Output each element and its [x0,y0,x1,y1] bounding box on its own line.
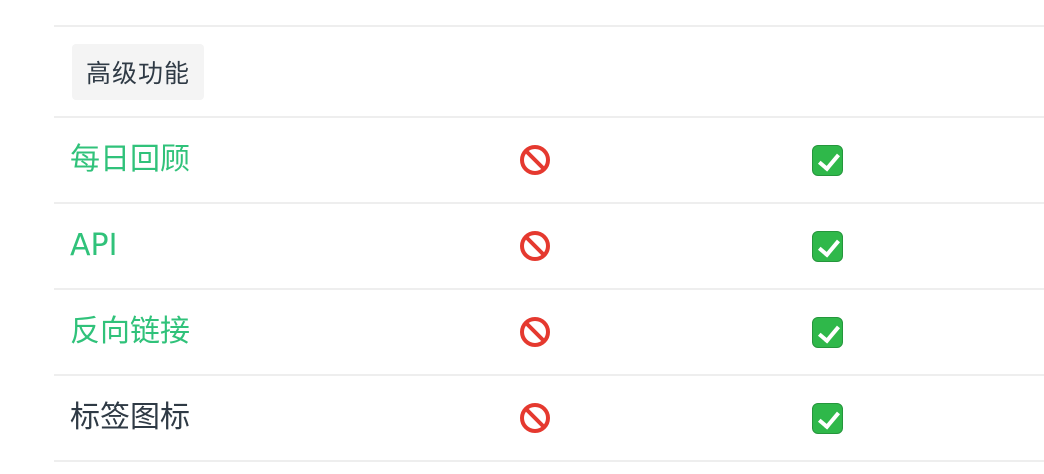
feature-link-api[interactable]: API [70,204,117,288]
free-plan-cell [520,290,550,374]
pro-plan-cell [812,290,843,374]
free-plan-cell [520,118,550,202]
no-entry-icon [520,145,550,175]
feature-link-backlinks[interactable]: 反向链接 [70,290,190,374]
row-divider [54,25,1044,27]
section-header-advanced-features: 高级功能 [72,44,204,100]
feature-link-daily-review[interactable]: 每日回顾 [70,118,190,202]
check-mark-icon [812,144,843,176]
no-entry-icon [520,403,550,433]
free-plan-cell [520,376,550,460]
pro-plan-cell [812,376,843,460]
check-mark-icon [812,316,843,348]
check-mark-icon [812,402,843,434]
row-divider [54,460,1044,462]
table-row: API [54,204,1044,288]
table-row: 标签图标 [54,376,1044,460]
feature-label-tag-icons: 标签图标 [70,400,190,435]
pro-plan-cell [812,204,843,288]
table-row: 反向链接 [54,290,1044,374]
table-row: 每日回顾 [54,118,1044,202]
pro-plan-cell [812,118,843,202]
feature-comparison-table: 高级功能 每日回顾 API 反向链接 标签图标 [54,0,1044,474]
no-entry-icon [520,231,550,261]
no-entry-icon [520,317,550,347]
check-mark-icon [812,230,843,262]
free-plan-cell [520,204,550,288]
